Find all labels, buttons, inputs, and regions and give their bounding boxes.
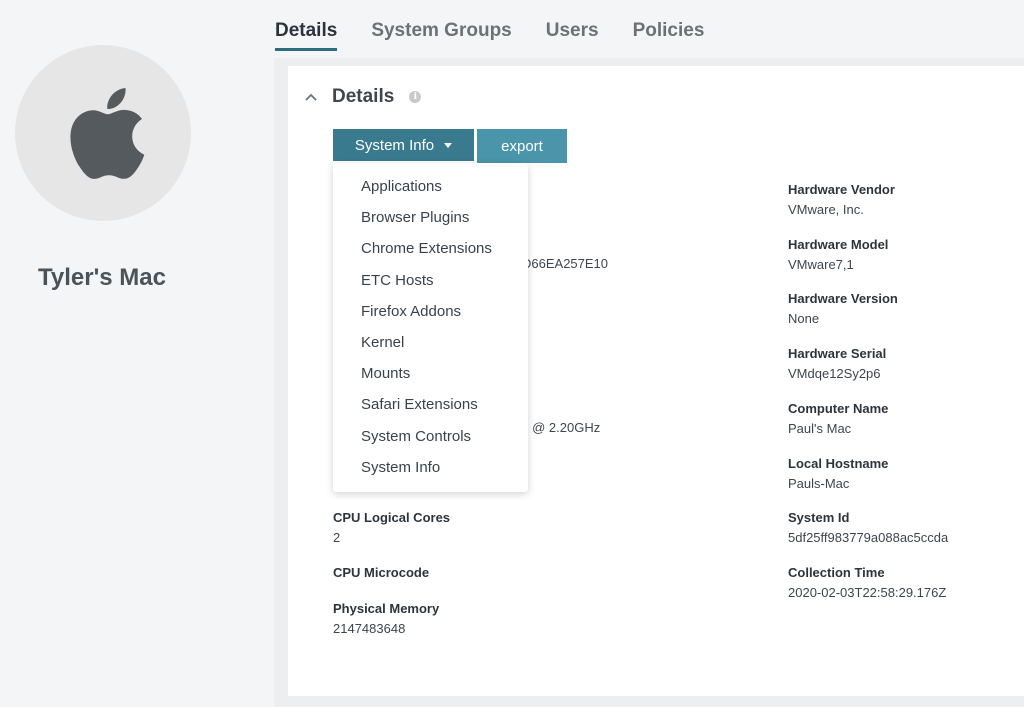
tab-system-groups[interactable]: System Groups [371, 20, 511, 51]
field-label: CPU Microcode [333, 565, 430, 580]
tab-bar: Details System Groups Users Policies [275, 20, 738, 51]
field-system-id: System Id 5df25ff983779a088ac5ccda [788, 510, 948, 545]
field-value: 2020-02-03T22:58:29.176Z [788, 585, 947, 600]
field-cpu-logical-cores: CPU Logical Cores 2 [333, 510, 450, 545]
field-local-hostname: Local Hostname Pauls-Mac [788, 456, 888, 491]
system-info-dropdown-button[interactable]: System Info [333, 129, 474, 161]
field-computer-name: Computer Name Paul's Mac [788, 401, 888, 436]
field-label: Computer Name [788, 401, 889, 416]
chevron-up-icon[interactable] [304, 90, 318, 104]
device-name: Tyler's Mac [38, 264, 166, 291]
field-value: 2 [333, 530, 341, 545]
field-label: CPU Logical Cores [333, 510, 451, 525]
field-label: Local Hostname [788, 456, 889, 471]
field-label: Hardware Serial [788, 346, 887, 361]
field-label: Physical Memory [333, 601, 440, 616]
field-value: None [788, 311, 820, 326]
apple-logo-icon [70, 88, 145, 179]
device-avatar [15, 45, 191, 221]
menu-item-safari-extensions[interactable]: Safari Extensions [333, 391, 528, 422]
details-section-header[interactable]: Details i [304, 86, 422, 108]
device-sidebar: Tyler's Mac [0, 0, 274, 707]
field-label: Hardware Version [788, 291, 898, 306]
menu-item-mounts[interactable]: Mounts [333, 360, 528, 391]
tab-details[interactable]: Details [275, 20, 338, 51]
field-physical-memory: Physical Memory 2147483648 [333, 601, 439, 636]
field-label: Collection Time [788, 565, 885, 580]
section-title: Details [332, 86, 395, 107]
dropdown-label: System Info [354, 136, 435, 154]
field-hardware-vendor: Hardware Vendor VMware, Inc. [788, 182, 895, 217]
menu-item-firefox-addons[interactable]: Firefox Addons [333, 298, 528, 329]
field-value: 2147483648 [333, 621, 406, 636]
field-label: Hardware Vendor [788, 182, 895, 197]
export-button[interactable]: export [477, 129, 567, 163]
field-value: Paul's Mac [788, 421, 852, 436]
field-value: VMdqe12Sy2p6 [788, 366, 881, 381]
field-value: 5df25ff983779a088ac5ccda [788, 530, 949, 545]
tab-users[interactable]: Users [546, 20, 599, 51]
field-hardware-version: Hardware Version None [788, 291, 898, 326]
menu-item-browser-plugins[interactable]: Browser Plugins [333, 204, 528, 235]
field-hardware-serial: Hardware Serial VMdqe12Sy2p6 [788, 346, 886, 381]
menu-item-etc-hosts[interactable]: ETC Hosts [333, 267, 528, 298]
menu-item-chrome-extensions[interactable]: Chrome Extensions [333, 235, 528, 266]
tab-policies[interactable]: Policies [633, 20, 705, 51]
field-value: VMware7,1 [788, 257, 854, 272]
field-label: System Id [788, 510, 850, 525]
field-value-partial-uuid: D66EA257E10 [522, 256, 609, 271]
field-value: Pauls-Mac [788, 476, 850, 491]
field-hardware-model: Hardware Model VMware7,1 [788, 237, 888, 272]
field-label: Hardware Model [788, 237, 889, 252]
menu-item-system-controls[interactable]: System Controls [333, 423, 528, 454]
field-cpu-microcode: CPU Microcode [333, 565, 429, 580]
system-info-menu: Applications Browser Plugins Chrome Exte… [333, 163, 528, 492]
field-value: VMware, Inc. [788, 202, 864, 217]
menu-item-kernel[interactable]: Kernel [333, 329, 528, 360]
caret-down-icon [444, 142, 453, 148]
menu-item-system-info[interactable]: System Info [333, 454, 528, 485]
menu-item-applications[interactable]: Applications [333, 173, 528, 204]
field-value-partial-cpu: J @ 2.20GHz [522, 420, 601, 435]
field-collection-time: Collection Time 2020-02-03T22:58:29.176Z [788, 565, 946, 600]
info-icon[interactable]: i [409, 91, 422, 103]
